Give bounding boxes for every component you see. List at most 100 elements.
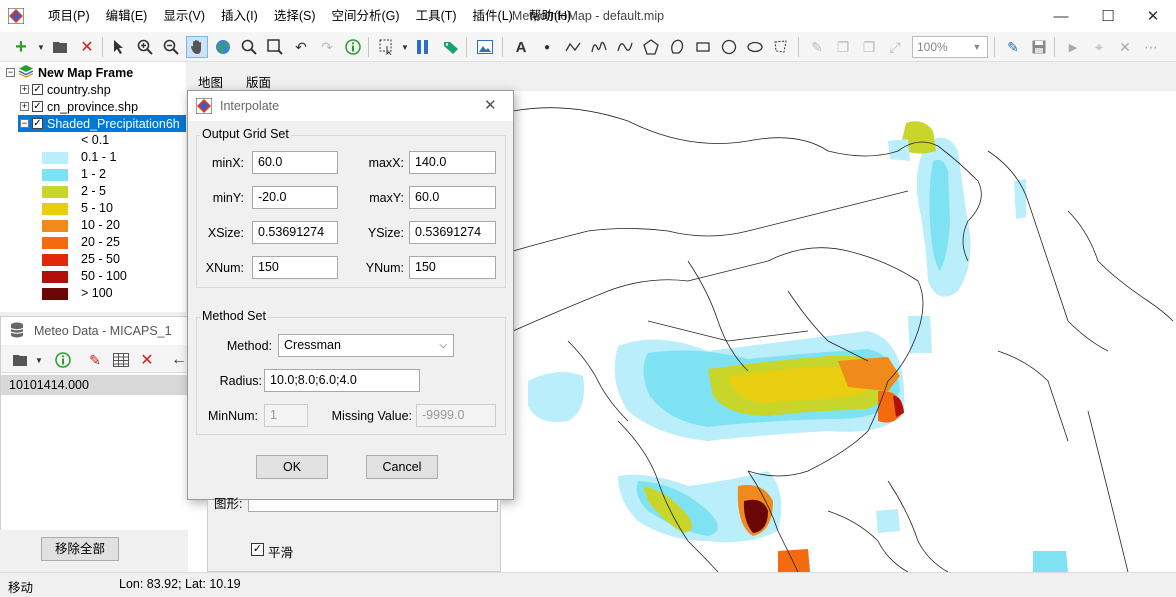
rectangle-tool-icon[interactable] bbox=[692, 36, 714, 58]
freehand-polygon-icon[interactable] bbox=[666, 36, 688, 58]
expand-icon[interactable]: + bbox=[20, 85, 29, 94]
add-layer-icon[interactable]: + bbox=[10, 36, 32, 58]
xsize-label: XSize: bbox=[207, 226, 244, 240]
tab-layout[interactable]: 版面 bbox=[246, 72, 271, 91]
layer-visible-checkbox[interactable]: ✓ bbox=[32, 118, 43, 129]
point-tool-icon[interactable]: ● bbox=[536, 36, 558, 58]
legend-swatch bbox=[42, 186, 68, 198]
dropdown-arrow-icon[interactable]: ▼ bbox=[28, 349, 50, 371]
chevron-down-icon[interactable]: ▼ bbox=[966, 36, 988, 58]
minnum-field[interactable]: 1 bbox=[264, 404, 308, 427]
layer-node-country[interactable]: + ✓ country.shp bbox=[20, 81, 111, 98]
undo-icon[interactable]: ↶ bbox=[290, 36, 312, 58]
redo-icon[interactable]: ↷ bbox=[316, 36, 338, 58]
ynum-field[interactable]: 150 bbox=[409, 256, 496, 279]
menu-tools[interactable]: 工具(T) bbox=[408, 0, 465, 32]
globe-icon[interactable] bbox=[212, 36, 234, 58]
legend-item-label: 1 - 2 bbox=[81, 167, 107, 181]
zoom-in-icon[interactable] bbox=[134, 36, 156, 58]
data-file-item[interactable]: 10101414.000 bbox=[1, 375, 203, 395]
miny-field[interactable]: -20.0 bbox=[252, 186, 338, 209]
method-select[interactable]: Cressman ⌵ bbox=[278, 334, 454, 357]
picture-icon[interactable] bbox=[474, 36, 496, 58]
minx-field[interactable]: 60.0 bbox=[252, 151, 338, 174]
polyline-tool-icon[interactable] bbox=[562, 36, 584, 58]
remove-all-button[interactable]: 移除全部 bbox=[41, 537, 119, 561]
ellipse-tool-icon[interactable] bbox=[744, 36, 766, 58]
close-window-button[interactable]: ✕ bbox=[1130, 0, 1176, 32]
collapse-icon[interactable]: − bbox=[20, 119, 29, 128]
label-tag-icon[interactable] bbox=[440, 36, 462, 58]
edit-vertices-icon[interactable] bbox=[770, 36, 792, 58]
zoom-out-icon[interactable] bbox=[160, 36, 182, 58]
collapse-icon[interactable]: − bbox=[6, 68, 15, 77]
xnum-field[interactable]: 150 bbox=[252, 256, 338, 279]
info-icon[interactable] bbox=[342, 36, 364, 58]
layer-visible-checkbox[interactable]: ✓ bbox=[32, 84, 43, 95]
layer-node-province[interactable]: + ✓ cn_province.shp bbox=[20, 98, 138, 115]
save-edits-icon[interactable] bbox=[1028, 36, 1050, 58]
ysize-field[interactable]: 0.53691274 bbox=[409, 221, 496, 244]
layer-label: country.shp bbox=[47, 82, 111, 97]
select-arrow-icon[interactable] bbox=[108, 36, 130, 58]
map-frame-label: New Map Frame bbox=[38, 65, 134, 80]
legend-swatch bbox=[42, 169, 68, 181]
xsize-field[interactable]: 0.53691274 bbox=[252, 221, 338, 244]
zoom-box-icon[interactable] bbox=[264, 36, 286, 58]
maxy-field[interactable]: 60.0 bbox=[409, 186, 496, 209]
menu-help[interactable]: 帮助(H) bbox=[521, 0, 579, 32]
text-tool-icon[interactable]: A bbox=[510, 36, 532, 58]
menu-view[interactable]: 显示(V) bbox=[155, 0, 213, 32]
map-frame-node[interactable]: − New Map Frame bbox=[6, 64, 133, 81]
menu-select[interactable]: 选择(S) bbox=[266, 0, 324, 32]
select-edit-icon[interactable]: ⌖ bbox=[1088, 36, 1110, 58]
remove-layer-icon[interactable]: ✕ bbox=[76, 36, 98, 58]
circle-tool-icon[interactable] bbox=[718, 36, 740, 58]
freehand-tool-icon[interactable] bbox=[588, 36, 610, 58]
missing-value-field[interactable]: -9999.0 bbox=[416, 404, 496, 427]
pencil-edit-icon[interactable]: ✎ bbox=[1002, 36, 1024, 58]
edit-pen-icon[interactable]: ✎ bbox=[84, 349, 106, 371]
open-folder-icon[interactable] bbox=[50, 36, 72, 58]
maximize-button[interactable]: ☐ bbox=[1085, 0, 1131, 32]
legend-type-select[interactable] bbox=[248, 500, 498, 512]
polygon-tool-icon[interactable] bbox=[640, 36, 662, 58]
delete-feature-icon[interactable]: ✕ bbox=[1114, 36, 1136, 58]
identify-search-icon[interactable] bbox=[238, 36, 260, 58]
legend-item-label: 25 - 50 bbox=[81, 252, 120, 266]
attribute-table-icon[interactable] bbox=[412, 36, 434, 58]
smooth-checkbox[interactable]: ✓ bbox=[251, 543, 264, 556]
copy-icon[interactable]: ❐ bbox=[832, 36, 854, 58]
dialog-close-icon[interactable]: ✕ bbox=[484, 96, 497, 114]
menu-insert[interactable]: 插入(I) bbox=[213, 0, 266, 32]
menu-edit[interactable]: 编辑(E) bbox=[98, 0, 156, 32]
fit-extent-icon[interactable]: ⤢ bbox=[884, 36, 906, 58]
method-label: Method: bbox=[226, 339, 272, 353]
close-data-icon[interactable]: ✕ bbox=[136, 349, 158, 371]
tab-map[interactable]: 地图 bbox=[198, 72, 223, 91]
menu-project[interactable]: 项目(P) bbox=[40, 0, 98, 32]
layer-node-shaded[interactable]: − ✓ Shaded_Precipitation6h bbox=[18, 115, 186, 132]
radius-field[interactable]: 10.0;8.0;6.0;4.0 bbox=[264, 369, 420, 392]
curve-tool-icon[interactable] bbox=[614, 36, 636, 58]
expand-icon[interactable]: + bbox=[20, 102, 29, 111]
info-icon[interactable] bbox=[52, 349, 74, 371]
layers-stack-icon bbox=[18, 64, 34, 81]
menu-plugins[interactable]: 插件(L) bbox=[465, 0, 521, 32]
maxx-field[interactable]: 140.0 bbox=[409, 151, 496, 174]
maxy-label: maxY: bbox=[369, 191, 404, 205]
panel-splitter[interactable] bbox=[0, 312, 204, 316]
ok-button[interactable]: OK bbox=[256, 455, 328, 479]
dropdown-arrow-icon[interactable]: ▼ bbox=[30, 36, 52, 58]
split-icon[interactable]: ⋯ bbox=[1140, 36, 1162, 58]
ysize-label: YSize: bbox=[367, 226, 404, 240]
cancel-button[interactable]: Cancel bbox=[366, 455, 438, 479]
edit-layer-icon[interactable]: ✎ bbox=[806, 36, 828, 58]
menu-spatial-analysis[interactable]: 空间分析(G) bbox=[324, 0, 408, 32]
run-icon[interactable]: ▶ bbox=[1062, 36, 1084, 58]
minimize-button[interactable]: — bbox=[1038, 0, 1084, 32]
layer-visible-checkbox[interactable]: ✓ bbox=[32, 101, 43, 112]
paste-icon[interactable]: ❐ bbox=[858, 36, 880, 58]
pan-hand-icon[interactable] bbox=[186, 36, 208, 58]
table-grid-icon[interactable] bbox=[110, 349, 132, 371]
